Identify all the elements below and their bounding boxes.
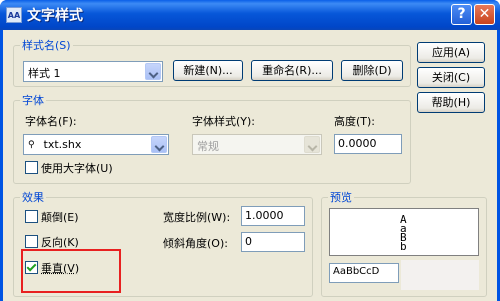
font-name-value-wrap: ⚲ txt.shx xyxy=(28,138,81,151)
new-style-button[interactable]: 新建(N)... xyxy=(173,60,243,81)
width-factor-label: 宽度比例(W): xyxy=(163,211,231,224)
style-select[interactable]: 样式 1 xyxy=(23,61,163,82)
shx-font-icon: ⚲ xyxy=(28,139,35,150)
app-icon: AA xyxy=(6,7,22,23)
height-input[interactable]: 0.0000 xyxy=(334,134,402,154)
preview-canvas: A a B b xyxy=(329,208,479,256)
oblique-angle-input[interactable]: 0 xyxy=(241,232,305,252)
rename-style-button[interactable]: 重命名(R)... xyxy=(251,60,333,81)
font-style-label: 字体样式(Y): xyxy=(192,115,256,128)
help-button[interactable]: 帮助(H) xyxy=(417,92,485,113)
chevron-down-icon[interactable] xyxy=(145,63,161,80)
delete-style-button[interactable]: 删除(D) xyxy=(341,60,403,81)
preview-legend: 预览 xyxy=(330,191,352,204)
bigfont-label: 使用大字体(U) xyxy=(41,162,113,175)
font-name-select[interactable]: ⚲ txt.shx xyxy=(23,134,169,155)
font-name-value: txt.shx xyxy=(43,138,82,151)
window-title: 文字样式 xyxy=(27,8,83,24)
dialog-client-area: 样式名(S) 样式 1 新建(N)... 重命名(R)... 删除(D) 应用(… xyxy=(3,30,497,301)
chevron-down-icon xyxy=(304,136,320,153)
help-icon[interactable]: ? xyxy=(451,4,472,25)
font-style-value: 常规 xyxy=(197,140,219,153)
bigfont-checkbox[interactable] xyxy=(25,161,38,174)
preview-button-blurred[interactable] xyxy=(401,260,479,290)
upside-down-checkbox[interactable] xyxy=(25,210,38,223)
width-factor-input[interactable]: 1.0000 xyxy=(241,206,305,226)
title-bar[interactable]: AA 文字样式 ? ✕ xyxy=(0,0,500,30)
apply-button[interactable]: 应用(A) xyxy=(417,42,485,63)
font-name-label: 字体名(F): xyxy=(25,115,77,128)
red-highlight-box xyxy=(21,249,121,293)
chevron-down-icon[interactable] xyxy=(151,136,167,153)
style-select-value: 样式 1 xyxy=(28,67,61,80)
backwards-checkbox[interactable] xyxy=(25,235,38,248)
close-button[interactable]: 关闭(C) xyxy=(417,67,485,88)
preview-text-input[interactable]: AaBbCcD xyxy=(329,263,399,283)
effects-legend: 效果 xyxy=(22,191,44,204)
oblique-angle-label: 倾斜角度(O): xyxy=(163,237,228,250)
backwards-label: 反向(K) xyxy=(41,236,79,249)
preview-char-4: b xyxy=(400,240,407,253)
close-icon[interactable]: ✕ xyxy=(474,4,495,25)
style-name-legend: 样式名(S) xyxy=(22,39,71,52)
upside-down-label: 颠倒(E) xyxy=(41,211,79,224)
height-label: 高度(T): xyxy=(334,115,376,128)
font-style-select: 常规 xyxy=(192,134,322,155)
dialog-window: AA 文字样式 ? ✕ 样式名(S) 样式 1 新建(N)... 重命名(R).… xyxy=(0,0,500,301)
font-legend: 字体 xyxy=(22,94,44,107)
